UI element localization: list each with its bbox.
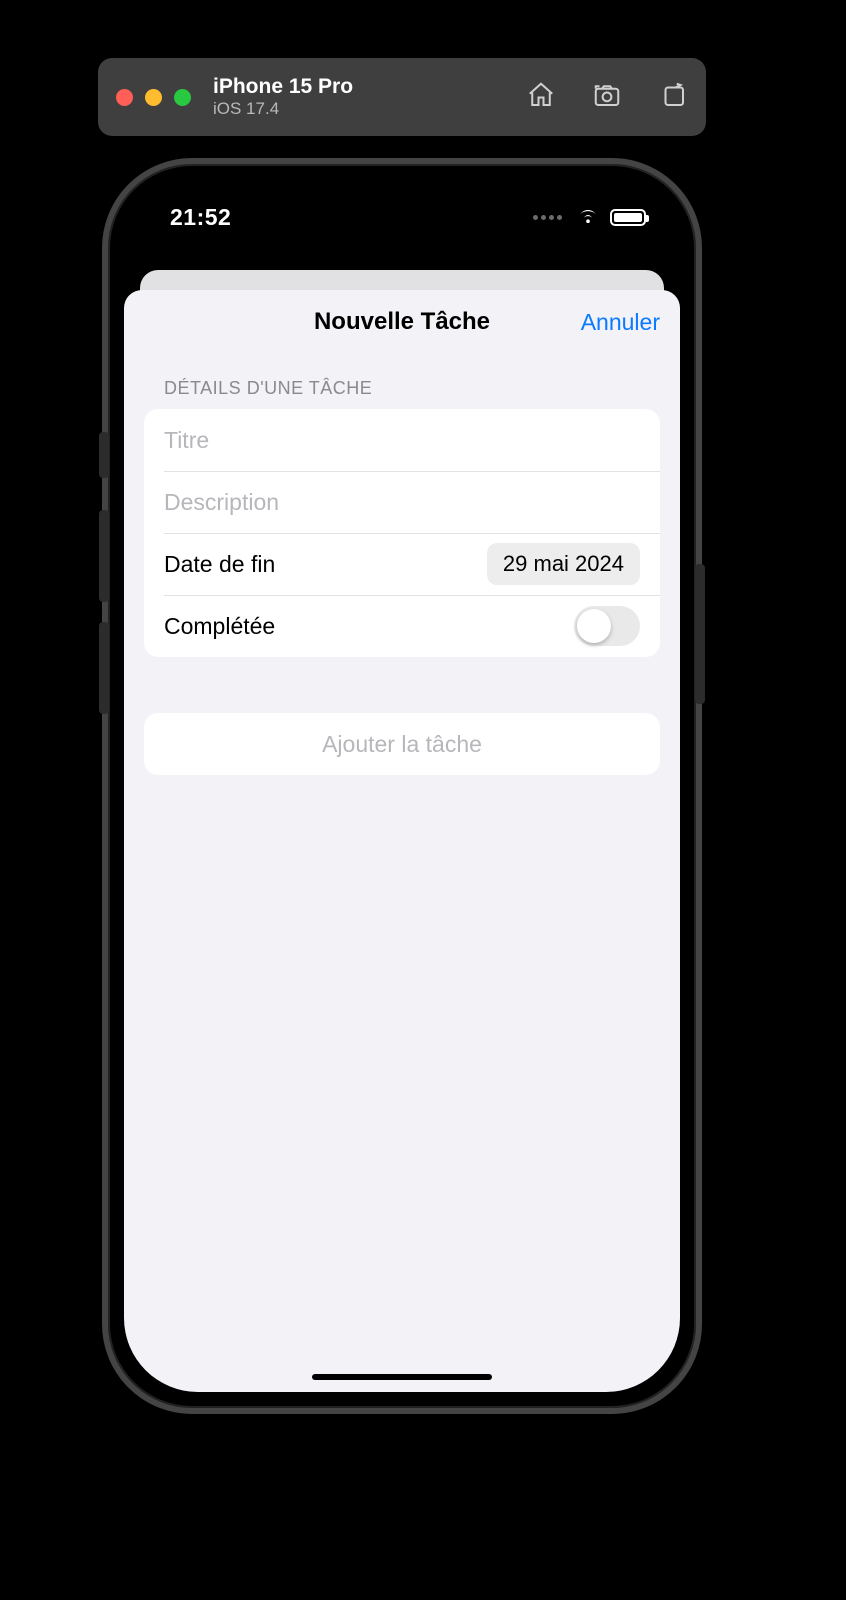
status-time: 21:52 (170, 204, 231, 231)
side-button-volume-up (99, 510, 109, 602)
phone-frame: 21:52 Nouvelle Tâche Annuler Détails d'u… (102, 158, 702, 1414)
wifi-icon (576, 203, 600, 232)
home-icon[interactable] (526, 80, 556, 115)
minimize-window-button[interactable] (145, 89, 162, 106)
due-date-row: Date de fin 29 mai 2024 (144, 533, 660, 595)
os-version: iOS 17.4 (213, 99, 353, 119)
side-button-power (695, 564, 705, 704)
status-cellular-icon (533, 215, 562, 220)
screenshot-icon[interactable] (592, 80, 622, 115)
zoom-window-button[interactable] (174, 89, 191, 106)
completed-row: Complétée (144, 595, 660, 657)
device-name: iPhone 15 Pro (213, 75, 353, 99)
add-task-button[interactable]: Ajouter la tâche (144, 713, 660, 775)
description-input[interactable] (164, 489, 640, 516)
status-bar: 21:52 (124, 180, 680, 246)
completed-toggle[interactable] (574, 606, 640, 646)
simulator-title: iPhone 15 Pro iOS 17.4 (213, 75, 353, 119)
task-details-group: Date de fin 29 mai 2024 Complétée (144, 409, 660, 657)
sheet-title: Nouvelle Tâche (314, 308, 490, 336)
section-header-details: Détails d'une tâche (124, 354, 680, 409)
window-traffic-lights (116, 89, 191, 106)
simulator-titlebar: iPhone 15 Pro iOS 17.4 (98, 58, 706, 136)
sheet-nav-bar: Nouvelle Tâche Annuler (124, 290, 680, 354)
side-button-volume-down (99, 622, 109, 714)
home-indicator[interactable] (312, 1374, 492, 1380)
completed-label: Complétée (164, 613, 275, 640)
title-row (144, 409, 660, 471)
new-task-sheet: Nouvelle Tâche Annuler Détails d'une tâc… (124, 290, 680, 1392)
title-input[interactable] (164, 427, 640, 454)
due-date-picker[interactable]: 29 mai 2024 (487, 543, 640, 585)
due-date-label: Date de fin (164, 551, 275, 578)
cancel-button[interactable]: Annuler (581, 309, 660, 336)
side-button-mute (99, 432, 109, 478)
description-row (144, 471, 660, 533)
phone-screen: 21:52 Nouvelle Tâche Annuler Détails d'u… (124, 180, 680, 1392)
rotate-icon[interactable] (658, 80, 688, 115)
battery-icon (610, 209, 646, 226)
close-window-button[interactable] (116, 89, 133, 106)
